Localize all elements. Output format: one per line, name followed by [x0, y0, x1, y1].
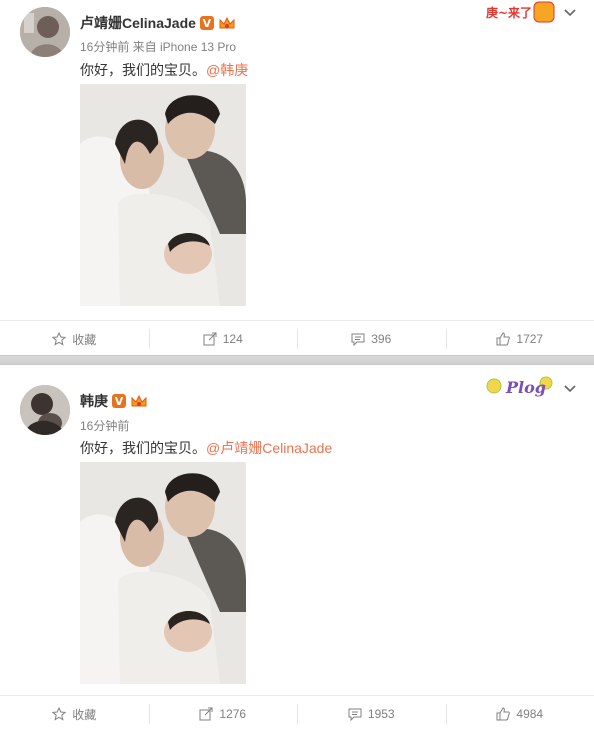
like-count: 4984	[516, 707, 544, 721]
action-bar: 收藏 124 396 1727	[0, 320, 594, 357]
post-text: 你好，我们的宝贝。@韩庚	[80, 60, 248, 80]
weibo-post-2: 韩庚 V 16分钟前 你好，我们的宝贝。@卢靖姗CelinaJade Plog	[0, 365, 594, 732]
star-icon	[52, 707, 67, 721]
decorative-sticker: 庚~来了	[484, 0, 556, 24]
verified-icon: V	[199, 16, 214, 30]
comment-button[interactable]: 1953	[297, 696, 446, 732]
author-name[interactable]: 卢靖姗CelinaJade	[80, 13, 196, 33]
comment-icon	[348, 708, 362, 721]
weibo-post-1: 卢靖姗CelinaJade V 16分钟前 来自 iPhone 13 Pro 你…	[0, 0, 594, 355]
like-button[interactable]: 1727	[445, 321, 594, 357]
post-photo[interactable]	[80, 462, 246, 684]
like-count: 1727	[516, 332, 544, 346]
sticker-text: 庚~来了	[486, 5, 532, 20]
mention-link[interactable]: @卢靖姗CelinaJade	[206, 440, 332, 456]
post-meta: 16分钟前 来自 iPhone 13 Pro	[80, 40, 237, 54]
repost-icon	[199, 707, 213, 721]
mention-link[interactable]: @韩庚	[206, 62, 248, 78]
sticker-text: Plog	[505, 378, 546, 397]
author-row: 韩庚 V	[80, 391, 148, 411]
post-text: 你好，我们的宝贝。@卢靖姗CelinaJade	[80, 438, 332, 458]
author-row: 卢靖姗CelinaJade V	[80, 13, 236, 33]
favorite-label: 收藏	[72, 707, 97, 722]
member-crown-icon	[218, 16, 236, 30]
repost-count: 1276	[219, 707, 247, 721]
action-bar: 收藏 1276 1953 4984	[0, 695, 594, 732]
like-button[interactable]: 4984	[445, 696, 594, 732]
repost-button[interactable]: 1276	[148, 696, 298, 732]
favorite-label: 收藏	[72, 332, 97, 347]
verified-icon: V	[112, 394, 126, 408]
favorite-button[interactable]: 收藏	[0, 696, 149, 732]
comment-count: 1953	[367, 707, 395, 721]
favorite-button[interactable]: 收藏	[0, 321, 149, 357]
avatar[interactable]	[20, 7, 70, 57]
chevron-down-icon[interactable]	[563, 382, 577, 396]
avatar[interactable]	[20, 385, 70, 435]
decorative-sticker: Plog	[484, 371, 556, 401]
member-crown-icon	[130, 394, 148, 408]
repost-icon	[203, 332, 217, 346]
comment-count: 396	[371, 332, 392, 346]
star-icon	[52, 332, 67, 346]
post-photo[interactable]	[80, 84, 246, 306]
post-divider	[0, 355, 594, 365]
chevron-down-icon[interactable]	[563, 6, 577, 20]
comment-button[interactable]: 396	[297, 321, 446, 357]
post-body: 你好，我们的宝贝。	[80, 62, 206, 78]
author-name[interactable]: 韩庚	[80, 391, 108, 411]
repost-count: 124	[222, 332, 243, 346]
thumbs-up-icon	[496, 332, 511, 346]
thumbs-up-icon	[496, 707, 511, 721]
repost-button[interactable]: 124	[148, 321, 298, 357]
post-meta: 16分钟前	[80, 419, 130, 433]
post-body: 你好，我们的宝贝。	[80, 440, 206, 456]
comment-icon	[351, 333, 365, 346]
